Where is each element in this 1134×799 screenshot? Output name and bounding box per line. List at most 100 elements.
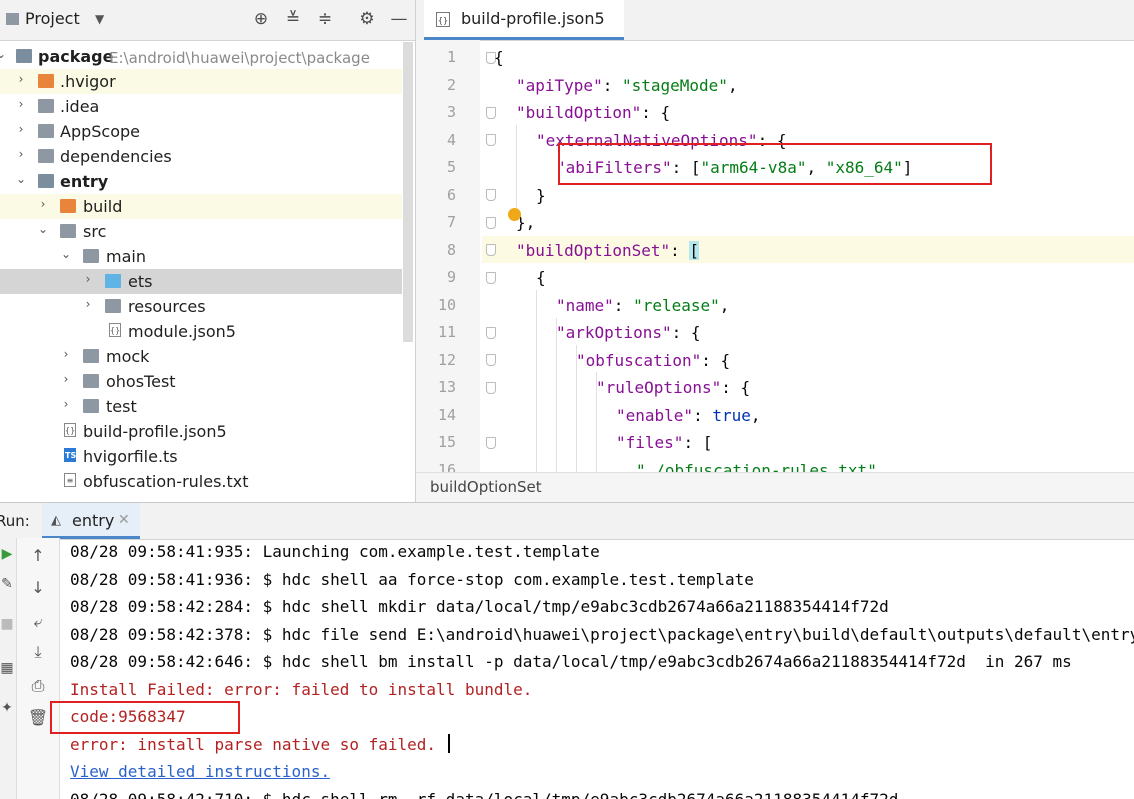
tab-build-profile-json5[interactable]: {} build-profile.json5 (424, 0, 624, 40)
line-number: 9 (446, 268, 456, 286)
folder-icon (83, 374, 99, 388)
pin-icon[interactable]: ✦ (0, 700, 14, 716)
tree-item-main[interactable]: ⌄ main (0, 244, 402, 269)
line-number: 6 (446, 186, 456, 204)
tree-item-label: main (106, 247, 146, 266)
stop-icon[interactable]: ■ (0, 616, 14, 632)
line-number: 12 (437, 351, 456, 369)
tree-scrollbar[interactable] (403, 42, 413, 342)
chevron-right-icon[interactable]: › (36, 197, 50, 213)
tree-item-hvigor[interactable]: › .hvigor (0, 69, 402, 94)
close-icon[interactable]: ✕ (118, 512, 130, 528)
crosshair-icon[interactable]: ⊕ (250, 9, 272, 29)
tree-item-label: build (83, 197, 123, 216)
chevron-down-icon[interactable]: ⌄ (0, 47, 8, 63)
project-view-selector[interactable]: Project (25, 9, 80, 28)
chevron-down-icon[interactable]: ▼ (95, 12, 104, 26)
minimize-icon[interactable]: — (388, 9, 410, 29)
tree-item-entry[interactable]: ⌄ entry (0, 169, 402, 194)
tree-item-dependencies[interactable]: › dependencies (0, 144, 402, 169)
editor-tab-bar: {} build-profile.json5 (416, 0, 1134, 41)
code-line: "apiType": "stageMode", (516, 76, 738, 95)
tree-item-idea[interactable]: › .idea (0, 94, 402, 119)
arrow-up-icon[interactable]: ↑ (17, 546, 59, 565)
tab-entry[interactable]: ◭ entry ✕ (42, 503, 140, 539)
folder-icon (38, 124, 54, 138)
soft-wrap-icon[interactable]: ⤶ (17, 612, 59, 632)
collapse-all-icon[interactable]: ≚ (282, 9, 304, 29)
tree-item-ets[interactable]: › ets (0, 269, 402, 294)
chevron-right-icon[interactable]: › (81, 297, 95, 313)
chevron-down-icon[interactable]: ⌄ (59, 247, 73, 263)
chevron-right-icon[interactable]: › (14, 97, 28, 113)
code-line: { (494, 48, 504, 67)
tree-item-appscope[interactable]: › AppScope (0, 119, 402, 144)
chevron-right-icon[interactable]: › (81, 272, 95, 288)
project-icon (6, 13, 19, 25)
tree-item-resources[interactable]: › resources (0, 294, 402, 319)
view-instructions-link[interactable]: View detailed instructions. (70, 762, 330, 781)
chevron-right-icon[interactable]: › (59, 372, 73, 388)
wrench-icon[interactable]: ✎ (0, 576, 14, 592)
tree-item-hvigorfile-ts[interactable]: TS hvigorfile.ts (0, 444, 402, 469)
code-line: { (536, 268, 546, 287)
code-area[interactable]: { "apiType": "stageMode", "buildOption":… (482, 40, 1134, 472)
tree-item-label: build-profile.json5 (83, 422, 227, 441)
tree-item-obfuscation-rules-txt[interactable]: ≡ obfuscation-rules.txt (0, 469, 402, 494)
expand-all-icon[interactable]: ≑ (314, 9, 336, 29)
project-tree: ⌄ package E:\android\huawei\project\pack… (0, 42, 415, 502)
tree-item-build-profile-json5[interactable]: {} build-profile.json5 (0, 419, 402, 444)
annotation-box-abifilters (558, 143, 992, 185)
chevron-right-icon[interactable]: › (14, 147, 28, 163)
tree-item-label: ohosTest (106, 372, 176, 391)
rerun-icon[interactable]: ▶ (0, 546, 14, 562)
tree-item-mock[interactable]: › mock (0, 344, 402, 369)
breadcrumb-item[interactable]: buildOptionSet (430, 478, 542, 496)
layout-icon[interactable]: ▦ (0, 660, 14, 676)
tree-item-label: .hvigor (60, 72, 116, 91)
code-line: "arkOptions": { (556, 323, 701, 342)
code-line: "buildOption": { (516, 103, 671, 122)
tree-item-src[interactable]: ⌄ src (0, 219, 402, 244)
intention-bulb-icon[interactable] (508, 208, 521, 221)
folder-icon (105, 299, 121, 313)
tree-item-label: src (83, 222, 107, 241)
tree-item-label: module.json5 (128, 322, 236, 341)
folder-icon (83, 349, 99, 363)
tree-item-label: resources (128, 297, 206, 316)
folder-icon (60, 224, 76, 238)
project-panel-header: Project ▼ ⊕ ≚ ≑ ⚙ — (0, 0, 415, 41)
scroll-to-end-icon[interactable]: ⤓ (17, 642, 59, 662)
line-number: 15 (437, 433, 456, 451)
console-toolbar: ↑ ↓ ⤶ ⤓ ⎙ 🗑 (17, 538, 60, 799)
annotation-box-error-code (50, 701, 240, 734)
chevron-down-icon[interactable]: ⌄ (36, 222, 50, 238)
chevron-right-icon[interactable]: › (59, 347, 73, 363)
console-line: 08/28 09:58:41:935: Launching com.exampl… (70, 542, 600, 561)
tree-item-label: mock (106, 347, 150, 366)
line-number: 10 (437, 296, 456, 314)
tree-item-label: AppScope (60, 122, 140, 141)
module-folder-icon (38, 174, 54, 188)
chevron-right-icon[interactable]: › (14, 72, 28, 88)
tree-item-test[interactable]: › test (0, 394, 402, 419)
folder-icon (60, 199, 76, 213)
tree-item-module-json5[interactable]: {} module.json5 (0, 319, 402, 344)
chevron-right-icon[interactable]: › (14, 122, 28, 138)
folder-icon (83, 399, 99, 413)
code-line: "obfuscation": { (576, 351, 731, 370)
console-output[interactable]: 08/28 09:58:41:935: Launching com.exampl… (60, 538, 1134, 799)
arrow-down-icon[interactable]: ↓ (17, 578, 59, 597)
tree-item-path: E:\android\huawei\project\package (109, 49, 370, 67)
json-file-icon: {} (436, 12, 450, 27)
print-icon[interactable]: ⎙ (17, 676, 59, 696)
tree-item-build[interactable]: › build (0, 194, 402, 219)
run-panel-header: Run: ◭ entry ✕ (0, 502, 1134, 540)
tree-item-package[interactable]: ⌄ package E:\android\huawei\project\pack… (0, 44, 402, 69)
chevron-right-icon[interactable]: › (59, 397, 73, 413)
chevron-down-icon[interactable]: ⌄ (14, 172, 28, 188)
gear-icon[interactable]: ⚙ (356, 9, 378, 29)
text-cursor (448, 734, 450, 753)
line-number: 1 (446, 48, 456, 66)
tree-item-ohostest[interactable]: › ohosTest (0, 369, 402, 394)
